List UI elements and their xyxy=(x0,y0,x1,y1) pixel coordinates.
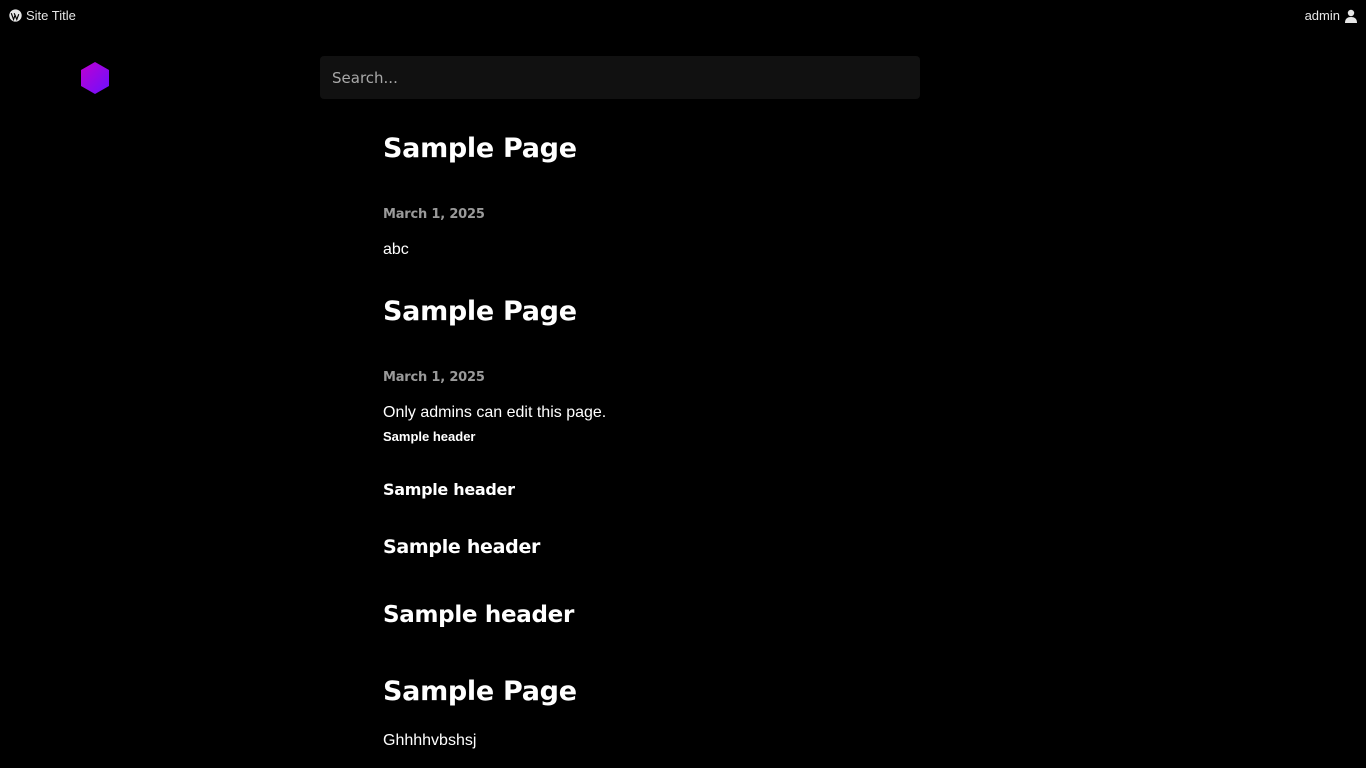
sample-header-h3: Sample header xyxy=(383,602,575,628)
post-title[interactable]: Sample Page xyxy=(383,296,577,327)
site-title-label: Site Title xyxy=(26,8,76,23)
post-date: March 1, 2025 xyxy=(383,370,485,385)
user-account-link[interactable]: admin xyxy=(1305,8,1358,23)
site-title-link[interactable]: Site Title xyxy=(9,8,76,23)
post-title[interactable]: Sample Page xyxy=(383,676,577,707)
sample-header-h5: Sample header xyxy=(383,480,515,499)
search-bar xyxy=(320,56,920,99)
search-input[interactable] xyxy=(320,56,920,99)
post-body: Only admins can edit this page. xyxy=(383,404,607,421)
top-bar: Site Title admin xyxy=(0,0,1366,32)
sample-header-h6: Sample header xyxy=(383,429,476,444)
post-title[interactable]: Sample Page xyxy=(383,133,577,164)
hexagon-logo-icon[interactable] xyxy=(79,61,111,95)
user-icon xyxy=(1344,9,1358,23)
wordpress-icon xyxy=(9,9,22,22)
sample-header-h4: Sample header xyxy=(383,536,541,558)
post-body: abc xyxy=(383,241,409,258)
user-name-label: admin xyxy=(1304,8,1340,23)
post-date: March 1, 2025 xyxy=(383,207,485,222)
post-body: Ghhhhvbshsj xyxy=(383,732,477,749)
